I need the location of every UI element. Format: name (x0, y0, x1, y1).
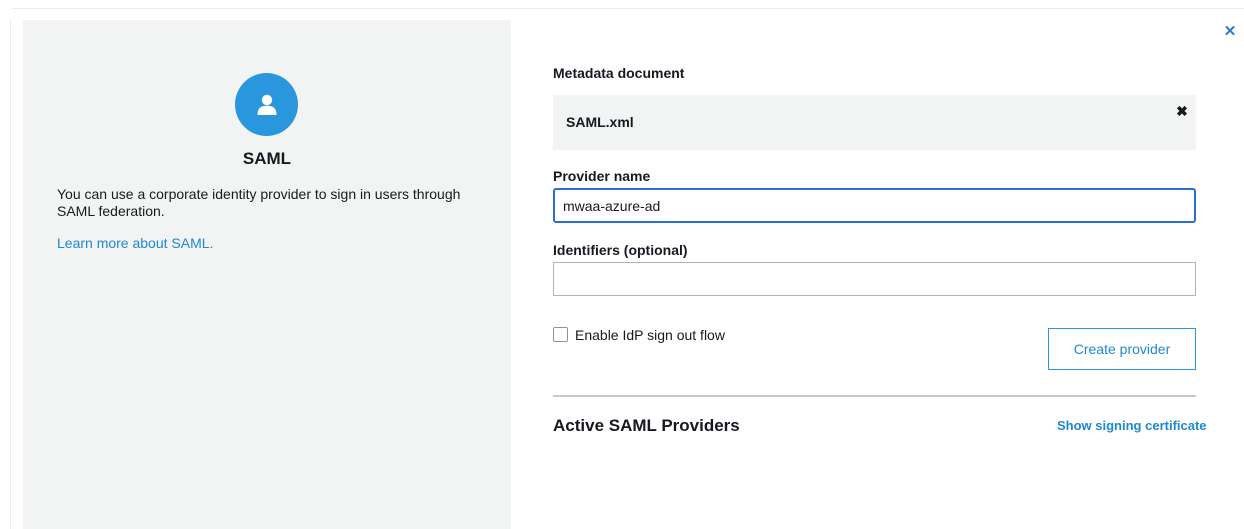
section-divider (553, 395, 1196, 397)
signout-checkbox-label: Enable IdP sign out flow (575, 327, 725, 343)
learn-more-link[interactable]: Learn more about SAML. (57, 235, 213, 251)
left-border (10, 20, 11, 529)
user-icon (235, 73, 298, 136)
metadata-file: SAML.xml ✖ (553, 95, 1196, 150)
create-provider-button[interactable]: Create provider (1048, 328, 1196, 370)
panel-description: You can use a corporate identity provide… (57, 186, 461, 219)
signout-checkbox[interactable] (553, 327, 568, 342)
active-providers-title: Active SAML Providers (553, 416, 740, 435)
provider-name-input[interactable] (553, 188, 1196, 223)
metadata-label: Metadata document (553, 65, 685, 81)
metadata-file-name: SAML.xml (566, 114, 634, 130)
identifiers-label: Identifiers (optional) (553, 242, 688, 258)
identifiers-input[interactable] (553, 262, 1196, 296)
top-border (12, 8, 1244, 9)
remove-file-icon[interactable]: ✖ (1175, 104, 1189, 118)
close-icon[interactable]: ✕ (1222, 24, 1238, 40)
show-signing-certificate-link[interactable]: Show signing certificate (1057, 418, 1207, 433)
provider-name-label: Provider name (553, 168, 651, 184)
saml-info-panel: SAML You can use a corporate identity pr… (23, 20, 511, 529)
panel-title: SAML (242, 149, 292, 168)
